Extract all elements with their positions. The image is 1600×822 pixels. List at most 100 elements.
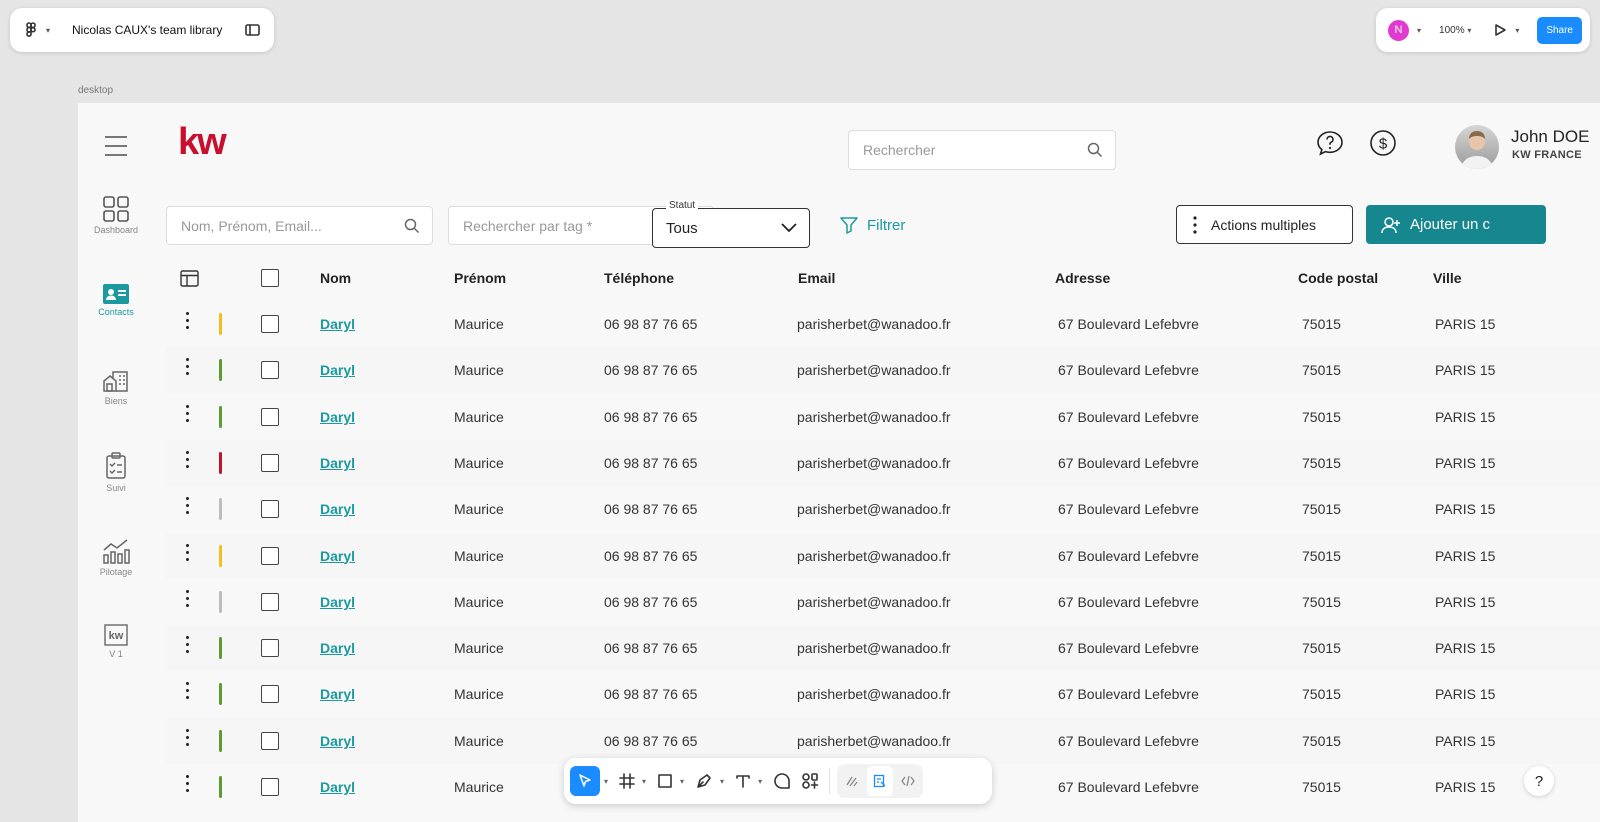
row-kebab-menu-icon[interactable]: [186, 775, 190, 796]
figma-logo-icon[interactable]: [24, 22, 38, 38]
hamburger-menu-icon[interactable]: [105, 136, 127, 163]
row-kebab-menu-icon[interactable]: [186, 543, 190, 565]
shape-tool-button[interactable]: [654, 766, 676, 796]
kw-logo[interactable]: kw: [178, 121, 227, 164]
row-kebab-menu-icon[interactable]: [186, 404, 190, 426]
dollar-icon[interactable]: $: [1369, 129, 1397, 157]
row-kebab-menu-icon[interactable]: [186, 358, 190, 379]
draw-mode-button[interactable]: [839, 766, 865, 796]
sidebar-item-suivi[interactable]: Suivi: [78, 452, 154, 493]
cell-nom[interactable]: Daryl: [320, 501, 355, 517]
help-button[interactable]: ?: [1524, 766, 1554, 796]
cell-nom[interactable]: Daryl: [320, 548, 355, 564]
global-search-input[interactable]: Rechercher: [848, 130, 1116, 170]
table-row[interactable]: Daryl Maurice 06 98 87 76 65 parisherbet@wa…: [166, 301, 1600, 347]
row-checkbox[interactable]: [261, 500, 279, 519]
present-play-icon[interactable]: [1493, 23, 1507, 37]
table-row[interactable]: Daryl Maurice 06 98 87 76 65 parisherbet@wa…: [166, 486, 1600, 532]
sidebar-item-pilotage[interactable]: Pilotage: [78, 538, 154, 577]
cell-nom[interactable]: Daryl: [320, 640, 355, 656]
user-avatar-initial[interactable]: N: [1388, 19, 1409, 41]
row-checkbox[interactable]: [261, 315, 279, 333]
cell-nom[interactable]: Daryl: [320, 362, 355, 378]
text-tool-button[interactable]: [732, 766, 754, 796]
share-button[interactable]: Share: [1537, 16, 1582, 44]
cell-nom[interactable]: Daryl: [320, 779, 355, 795]
cell-nom[interactable]: Daryl: [320, 455, 355, 471]
row-checkbox[interactable]: [261, 731, 279, 750]
row-checkbox[interactable]: [261, 685, 279, 704]
frame-tool-button[interactable]: [616, 766, 638, 796]
rectangle-icon: [658, 774, 672, 788]
clipboard-check-icon: [78, 452, 154, 480]
row-checkbox[interactable]: [261, 639, 279, 658]
chevron-down-icon[interactable]: ▾: [604, 777, 608, 786]
desktop-frame: Dashboard Contacts Biens Suivi Pilotage: [78, 103, 1600, 822]
column-header-email[interactable]: Email: [798, 270, 835, 286]
add-contact-button[interactable]: Ajouter un c: [1366, 205, 1546, 244]
avatar[interactable]: [1455, 125, 1499, 169]
row-kebab-menu-icon[interactable]: [186, 497, 190, 518]
sidebar-item-v1[interactable]: kw V 1: [78, 624, 154, 659]
cell-nom[interactable]: Daryl: [320, 733, 355, 749]
chevron-down-icon[interactable]: ▾: [1417, 26, 1421, 35]
design-mode-button[interactable]: [867, 766, 894, 796]
chevron-down-icon[interactable]: ▾: [46, 26, 50, 35]
zoom-level[interactable]: 100% ▾: [1439, 25, 1471, 36]
status-select[interactable]: Tous: [652, 208, 810, 248]
user-name[interactable]: John DOE: [1511, 127, 1589, 147]
row-checkbox[interactable]: [261, 778, 279, 796]
sidebar-toggle-icon[interactable]: [245, 24, 260, 36]
help-chat-icon[interactable]: [1316, 129, 1344, 157]
sidebar-item-dashboard[interactable]: Dashboard: [78, 196, 154, 235]
column-header-nom[interactable]: Nom: [320, 270, 351, 286]
column-header-prenom[interactable]: Prénom: [454, 270, 506, 286]
column-settings-icon[interactable]: [180, 270, 199, 287]
table-row[interactable]: Daryl Maurice 06 98 87 76 65 parisherbet@wa…: [166, 347, 1600, 394]
row-checkbox[interactable]: [261, 592, 279, 611]
sidebar-item-contacts[interactable]: Contacts: [78, 284, 154, 317]
chevron-down-icon[interactable]: ▾: [642, 777, 646, 786]
filter-button[interactable]: Filtrer: [840, 216, 905, 234]
row-kebab-menu-icon[interactable]: [186, 312, 190, 333]
cell-nom[interactable]: Daryl: [320, 594, 355, 610]
table-row[interactable]: Daryl Maurice 06 98 87 76 65 parisherbet@wa…: [166, 394, 1600, 440]
table-row[interactable]: Daryl Maurice 06 98 87 76 65 parisherbet@wa…: [166, 532, 1600, 579]
move-tool-button[interactable]: [570, 766, 600, 796]
cell-nom[interactable]: Daryl: [320, 686, 355, 702]
cell-nom[interactable]: Daryl: [320, 409, 355, 425]
chevron-down-icon[interactable]: ▾: [1515, 26, 1519, 35]
dev-mode-button[interactable]: [895, 766, 921, 796]
sidebar-item-biens[interactable]: Biens: [78, 369, 154, 406]
column-header-telephone[interactable]: Téléphone: [604, 270, 674, 286]
row-kebab-menu-icon[interactable]: [186, 682, 190, 703]
row-checkbox[interactable]: [261, 453, 279, 472]
column-header-ville[interactable]: Ville: [1433, 270, 1462, 286]
table-row[interactable]: Daryl Maurice 06 98 87 76 65 parisherbet@wa…: [166, 439, 1600, 486]
row-kebab-menu-icon[interactable]: [186, 636, 190, 657]
chevron-down-icon[interactable]: ▾: [758, 777, 762, 786]
table-row[interactable]: Daryl Maurice 06 98 87 76 65 parisherbet@wa…: [166, 717, 1600, 764]
table-row[interactable]: Daryl Maurice 06 98 87 76 65 parisherbet@wa…: [166, 579, 1600, 625]
actions-tool-button[interactable]: [798, 766, 822, 796]
row-checkbox[interactable]: [261, 361, 279, 380]
table-row[interactable]: Daryl Maurice 06 98 87 76 65 parisherbet@wa…: [166, 625, 1600, 672]
select-all-checkbox[interactable]: [261, 269, 279, 287]
chevron-down-icon[interactable]: ▾: [720, 777, 724, 786]
row-kebab-menu-icon[interactable]: [186, 450, 190, 472]
cell-nom[interactable]: Daryl: [320, 316, 355, 332]
column-header-code-postal[interactable]: Code postal: [1298, 270, 1378, 286]
row-kebab-menu-icon[interactable]: [186, 589, 190, 611]
row-checkbox[interactable]: [261, 407, 279, 426]
row-checkbox[interactable]: [261, 546, 279, 565]
column-header-adresse[interactable]: Adresse: [1055, 270, 1110, 286]
pen-tool-button[interactable]: [692, 766, 716, 796]
cell-adresse: 67 Boulevard Lefebvre: [1058, 547, 1199, 564]
bulk-actions-button[interactable]: Actions multiples: [1176, 205, 1353, 244]
comment-tool-button[interactable]: [770, 766, 794, 796]
row-kebab-menu-icon[interactable]: [186, 728, 190, 750]
file-name[interactable]: Nicolas CAUX's team library: [72, 23, 237, 37]
name-search-input[interactable]: Nom, Prénom, Email...: [166, 206, 433, 245]
chevron-down-icon[interactable]: ▾: [680, 777, 684, 786]
table-row[interactable]: Daryl Maurice 06 98 87 76 65 parisherbet@wa…: [166, 671, 1600, 717]
